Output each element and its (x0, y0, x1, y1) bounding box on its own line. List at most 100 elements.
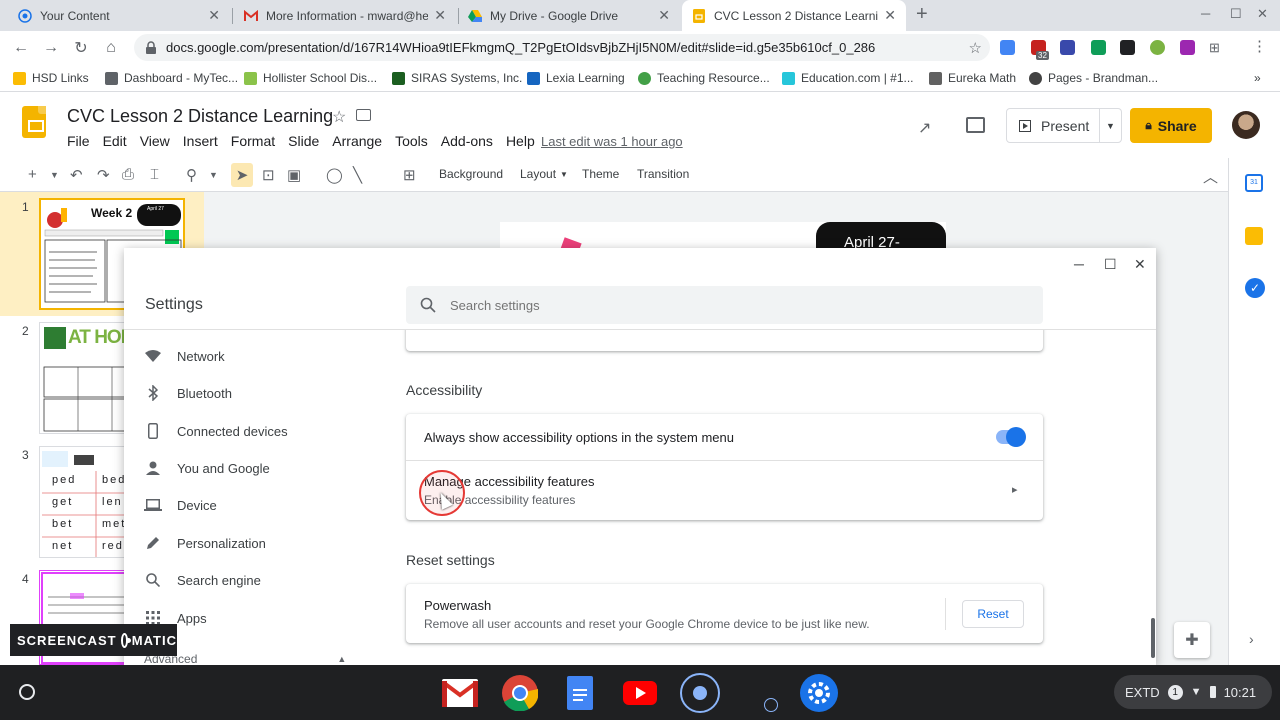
settings-icon[interactable] (800, 674, 838, 712)
explore-icon[interactable]: ✚ (1174, 622, 1210, 658)
gmail-icon[interactable] (441, 675, 479, 711)
paint-format-icon[interactable]: ⌶ (150, 166, 159, 183)
minimize-icon[interactable]: ─ (1201, 6, 1210, 21)
background-button[interactable]: Background (439, 167, 503, 181)
address-bar[interactable]: docs.google.com/presentation/d/167R14WHi… (134, 34, 990, 61)
system-tray[interactable]: EXTD 1 ▼ 10:21 (1114, 675, 1272, 709)
last-edit-link[interactable]: Last edit was 1 hour ago (541, 134, 683, 149)
bookmark-item[interactable]: Lexia Learning (527, 71, 625, 85)
screencast-record-icon[interactable] (680, 673, 720, 713)
image-icon[interactable]: ▣ (287, 166, 301, 184)
tab-slides[interactable]: CVC Lesson 2 Distance Learning ✕ (682, 0, 906, 31)
tab-gmail[interactable]: More Information - mward@hes ✕ (234, 0, 456, 31)
extension-icon[interactable] (1060, 40, 1075, 55)
expand-panel-icon[interactable]: › (1249, 631, 1254, 647)
text-box-icon[interactable]: ⊡ (262, 166, 275, 184)
menu-tools[interactable]: Tools (395, 133, 428, 149)
zoom-dropdown-icon[interactable]: ▼ (209, 170, 218, 180)
bookmark-star-icon[interactable]: ☆ (969, 39, 982, 57)
close-icon[interactable]: ✕ (434, 7, 446, 24)
extension-icon[interactable] (1150, 40, 1165, 55)
close-icon[interactable]: ✕ (884, 7, 896, 24)
launcher-icon[interactable] (19, 684, 35, 700)
new-slide-icon[interactable]: + (28, 166, 37, 183)
more-bookmarks-button[interactable]: » (1254, 71, 1261, 85)
extension-icon[interactable] (1120, 40, 1135, 55)
docs-icon[interactable] (561, 675, 599, 711)
settings-search-box[interactable] (406, 286, 1043, 324)
chrome-menu-icon[interactable]: ⋮ (1252, 37, 1267, 55)
collapse-toolbar-icon[interactable]: ︿ (1203, 166, 1218, 187)
slides-logo-icon[interactable] (22, 106, 46, 138)
extension-icon[interactable] (1180, 40, 1195, 55)
nav-search-engine[interactable]: Search engine (144, 571, 261, 589)
home-icon[interactable]: ⌂ (96, 39, 126, 57)
always-show-accessibility-toggle[interactable] (996, 427, 1026, 447)
close-icon[interactable]: ✕ (1134, 256, 1146, 273)
layout-button[interactable]: Layout (520, 167, 556, 181)
print-icon[interactable]: ⎙ (122, 166, 134, 183)
zoom-icon[interactable]: ⚲ (186, 166, 197, 184)
menu-arrange[interactable]: Arrange (332, 133, 382, 149)
line-icon[interactable]: ╲ (353, 166, 362, 184)
extension-icon[interactable] (1091, 40, 1106, 55)
star-icon[interactable]: ☆ (332, 107, 346, 127)
extensions-menu-icon[interactable]: ⊞ (1209, 40, 1224, 55)
avatar[interactable] (1232, 111, 1260, 139)
menu-file[interactable]: File (67, 133, 90, 149)
menu-edit[interactable]: Edit (103, 133, 127, 149)
transition-button[interactable]: Transition (637, 167, 689, 181)
nav-device[interactable]: Device (144, 496, 217, 514)
bookmark-item[interactable]: Pages - Brandman... (1029, 71, 1158, 85)
bookmark-item[interactable]: HSD Links (13, 71, 89, 85)
keep-icon[interactable] (1245, 227, 1263, 245)
present-button[interactable]: Present ▼ (1006, 108, 1122, 143)
nav-network[interactable]: Network (144, 347, 225, 365)
youtube-icon[interactable] (621, 675, 659, 711)
shape-icon[interactable]: ◯ (326, 166, 343, 184)
menu-help[interactable]: Help (506, 133, 535, 149)
close-window-icon[interactable]: ✕ (1257, 6, 1268, 22)
bookmark-item[interactable]: Teaching Resource... (638, 71, 770, 85)
search-input[interactable] (450, 297, 1010, 313)
move-folder-icon[interactable] (356, 109, 371, 121)
always-show-accessibility-row[interactable]: Always show accessibility options in the… (406, 414, 1043, 460)
new-tab-button[interactable]: + (916, 3, 928, 26)
menu-view[interactable]: View (140, 133, 170, 149)
activity-trend-icon[interactable]: ↗ (918, 118, 931, 138)
nav-connected-devices[interactable]: Connected devices (144, 422, 288, 440)
minimize-icon[interactable]: ─ (1074, 256, 1084, 272)
select-cursor-icon[interactable]: ➤ (231, 163, 253, 187)
bookmark-item[interactable]: SIRAS Systems, Inc. (392, 71, 522, 85)
redo-icon[interactable]: ↷ (97, 166, 110, 184)
back-icon[interactable]: ← (6, 39, 36, 57)
bookmark-item[interactable]: Education.com | #1... (782, 71, 914, 85)
undo-icon[interactable]: ↶ (70, 166, 83, 184)
bookmark-item[interactable]: Eureka Math (929, 71, 1016, 85)
nav-bluetooth[interactable]: Bluetooth (144, 384, 232, 402)
document-title[interactable]: CVC Lesson 2 Distance Learning (67, 106, 333, 127)
comments-icon[interactable] (966, 117, 985, 133)
new-slide-dropdown-icon[interactable]: ▼ (50, 170, 59, 180)
share-button[interactable]: 🔒︎ Share (1130, 108, 1212, 143)
bookmark-item[interactable]: Hollister School Dis... (244, 71, 377, 85)
layout-dropdown-icon[interactable]: ▼ (560, 170, 568, 179)
manage-accessibility-row[interactable]: Manage accessibility features Enable acc… (406, 461, 1043, 520)
tasks-icon[interactable]: ✓ (1245, 278, 1265, 298)
menu-format[interactable]: Format (231, 133, 275, 149)
nav-personalization[interactable]: Personalization (144, 534, 266, 552)
close-icon[interactable]: ✕ (208, 7, 220, 24)
bookmark-item[interactable]: Dashboard - MyTec... (105, 71, 238, 85)
comment-add-icon[interactable]: ⊞ (403, 166, 416, 184)
menu-slide[interactable]: Slide (288, 133, 319, 149)
present-dropdown-icon[interactable]: ▼ (1099, 109, 1121, 142)
maximize-icon[interactable]: ☐ (1230, 6, 1242, 22)
reload-icon[interactable]: ↻ (66, 38, 96, 58)
close-icon[interactable]: ✕ (658, 7, 670, 24)
tab-your-content[interactable]: Your Content ✕ (8, 0, 230, 31)
extension-icon[interactable] (1000, 40, 1015, 55)
calendar-icon[interactable]: 31 (1245, 174, 1263, 192)
theme-button[interactable]: Theme (582, 167, 619, 181)
chrome-icon[interactable] (501, 675, 539, 711)
menu-addons[interactable]: Add-ons (441, 133, 493, 149)
